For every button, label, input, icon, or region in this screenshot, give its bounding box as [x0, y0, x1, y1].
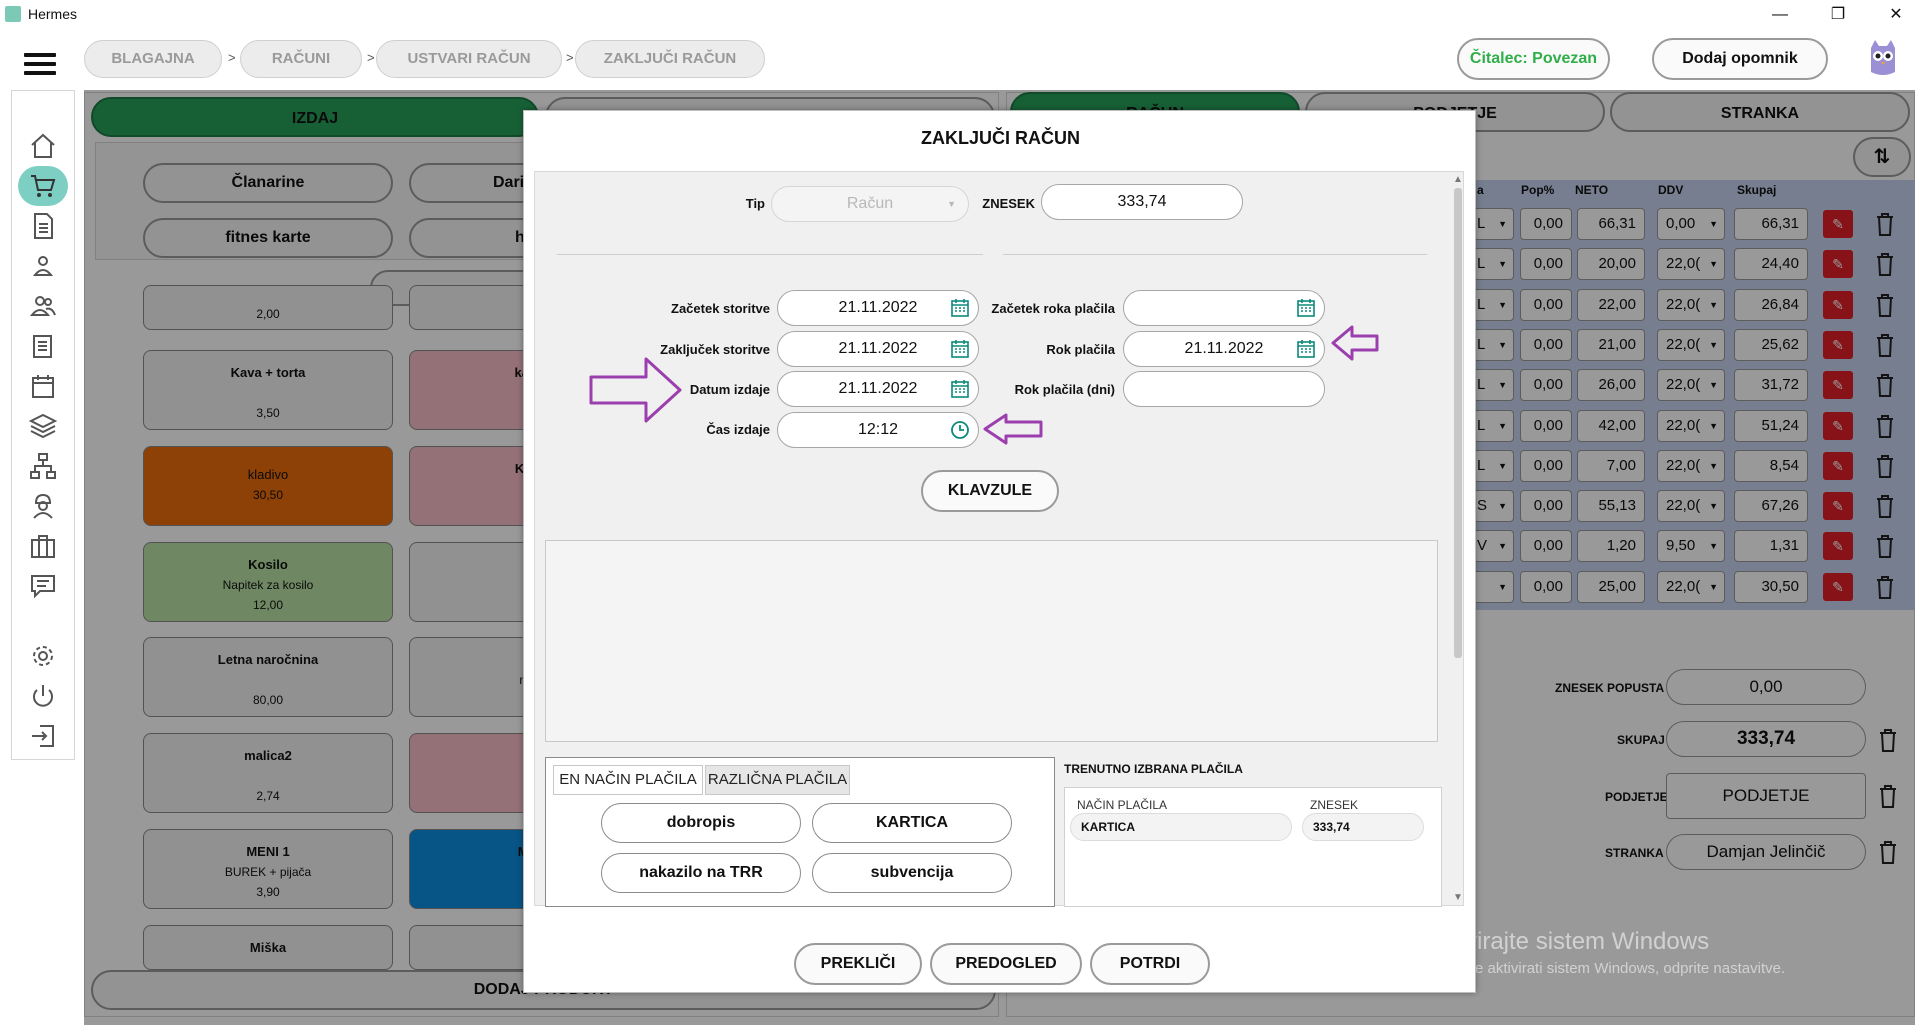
dialog-title: ZAKLJUČI RAČUN	[921, 128, 1080, 148]
divider	[1003, 254, 1427, 255]
briefcase-icon[interactable]	[28, 531, 58, 561]
divider	[557, 254, 983, 255]
maximize-button[interactable]: ❐	[1818, 3, 1858, 27]
type-label: Tip	[745, 196, 765, 211]
payment-amount-header: ZNESEK	[1310, 798, 1359, 812]
type-select[interactable]: Račun ▼	[771, 186, 969, 222]
scroll-up-icon[interactable]: ▲	[1453, 174, 1463, 185]
amount-label: ZNESEK	[982, 196, 1035, 211]
logout-icon[interactable]	[28, 721, 58, 751]
clauses-button[interactable]: KLAVZULE	[921, 470, 1059, 512]
document-icon[interactable]	[28, 211, 58, 241]
annotation-arrow-left-icon	[983, 413, 1043, 445]
service-start-label: Začetek storitve	[671, 301, 770, 316]
add-reminder-button[interactable]: Dodaj opomnik	[1652, 38, 1828, 80]
payment-days-label: Rok plačila (dni)	[1014, 382, 1115, 397]
app-logo-icon	[5, 6, 21, 22]
chat-icon[interactable]	[28, 571, 58, 601]
service-start-value: 21.11.2022	[838, 299, 918, 316]
owl-avatar-icon[interactable]	[1865, 38, 1901, 78]
selected-payments-title: TRENUTNO IZBRANA PLAČILA	[1064, 762, 1243, 776]
calendar-icon[interactable]	[1296, 298, 1316, 318]
annotation-arrow-right-icon	[589, 357, 682, 423]
payment-due-field[interactable]: 21.11.2022	[1123, 331, 1325, 367]
dialog-scrollbar[interactable]: ▲ ▼	[1452, 174, 1464, 905]
breadcrumb-separator: >	[367, 50, 375, 65]
payment-credit-note-button[interactable]: dobropis	[601, 803, 801, 843]
tab-single-payment[interactable]: EN NAČIN PLAČILA	[553, 765, 703, 795]
annotation-arrow-left-icon	[1331, 325, 1379, 361]
notes-textarea[interactable]	[545, 540, 1438, 742]
reader-status-button[interactable]: Čitalec: Povezan	[1457, 38, 1610, 80]
calendar-icon[interactable]	[28, 371, 58, 401]
payment-due-label: Rok plačila	[1046, 342, 1115, 357]
sidebar-item-cart[interactable]	[18, 166, 68, 206]
home-icon[interactable]	[28, 131, 58, 161]
service-end-value: 21.11.2022	[838, 340, 918, 357]
breadcrumb-racuni[interactable]: RAČUNI	[240, 40, 362, 78]
breadcrumb-separator: >	[566, 50, 574, 65]
payment-term-start-label: Začetek roka plačila	[991, 301, 1115, 316]
confirm-button[interactable]: POTRDI	[1090, 943, 1210, 985]
preview-button[interactable]: PREDOGLED	[930, 943, 1082, 985]
sidebar	[11, 90, 75, 760]
payment-method-header: NAČIN PLAČILA	[1077, 798, 1168, 812]
selected-payment-method: KARTICA	[1070, 813, 1292, 841]
calendar-icon[interactable]	[1296, 339, 1316, 359]
payment-subsidy-button[interactable]: subvencija	[812, 853, 1012, 893]
breadcrumb-separator: >	[228, 50, 236, 65]
list-icon[interactable]	[28, 331, 58, 361]
breadcrumb-ustvari-racun[interactable]: USTVARI RAČUN	[376, 40, 562, 78]
breadcrumb-zakljuci-racun[interactable]: ZAKLJUČI RAČUN	[575, 40, 765, 78]
dialog-scroll-area: ▲ ▼ Tip Račun ▼ ZNESEK 333,74 Začetek st…	[534, 171, 1464, 907]
menu-icon[interactable]	[24, 53, 56, 75]
issue-date-value: 21.11.2022	[838, 380, 918, 397]
issue-time-value: 12:12	[857, 421, 899, 438]
finish-invoice-dialog: ZAKLJUČI RAČUN ▲ ▼ Tip Račun ▼ ZNESEK 33…	[523, 110, 1476, 993]
breadcrumb-blagajna[interactable]: BLAGAJNA	[84, 40, 222, 78]
scroll-down-icon[interactable]: ▼	[1453, 892, 1463, 903]
selected-payments-box: NAČIN PLAČILA ZNESEK KARTICA 333,74	[1064, 787, 1442, 907]
network-icon[interactable]	[28, 451, 58, 481]
payment-due-value: 21.11.2022	[1184, 340, 1264, 357]
chevron-down-icon: ▼	[947, 199, 956, 209]
cart-icon	[31, 175, 56, 197]
close-button[interactable]: ✕	[1876, 3, 1915, 27]
window-title: Hermes	[28, 6, 78, 22]
scroll-thumb[interactable]	[1454, 188, 1462, 658]
payment-method-box: EN NAČIN PLAČILA RAZLIČNA PLAČILA dobrop…	[545, 757, 1055, 907]
users-icon[interactable]	[28, 291, 58, 321]
payment-days-field[interactable]	[1123, 371, 1325, 407]
user-icon[interactable]	[28, 251, 58, 281]
issue-time-field[interactable]: 12:12	[777, 412, 979, 448]
worker-icon[interactable]	[28, 491, 58, 521]
cancel-button[interactable]: PREKLIČI	[794, 943, 922, 985]
gear-icon[interactable]	[28, 641, 58, 671]
amount-field[interactable]: 333,74	[1041, 184, 1243, 220]
windows-activation-watermark: Aktivirajte sistem Windows Če želite akt…	[1425, 928, 1786, 977]
tab-multiple-payments[interactable]: RAZLIČNA PLAČILA	[705, 765, 850, 795]
minimize-button[interactable]: —	[1760, 3, 1800, 27]
layers-icon[interactable]	[28, 411, 58, 441]
payment-bank-transfer-button[interactable]: nakazilo na TRR	[601, 853, 801, 893]
type-select-value: Račun	[846, 195, 894, 212]
payment-term-start-field[interactable]	[1123, 290, 1325, 326]
power-icon[interactable]	[28, 681, 58, 711]
selected-payment-amount[interactable]: 333,74	[1302, 813, 1424, 841]
clock-icon[interactable]	[950, 420, 970, 440]
window-titlebar: Hermes — ❐ ✕	[0, 0, 1915, 30]
payment-card-button[interactable]: KARTICA	[812, 803, 1012, 843]
